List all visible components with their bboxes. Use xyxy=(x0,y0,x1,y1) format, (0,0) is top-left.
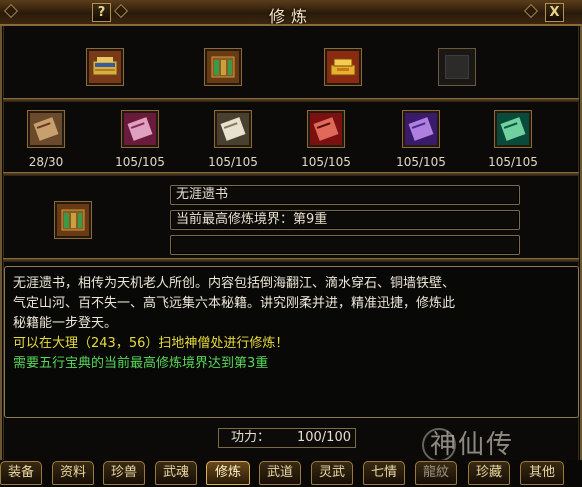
golden-book-icon xyxy=(89,51,121,83)
scroll-progress-1: 28/30 xyxy=(28,155,64,169)
tab-spirit-weapon[interactable]: 灵武 xyxy=(311,461,353,485)
description-panel: 无涯遗书，相传为天机老人所创。内容包括倒海翻江、滴水穿石、铜墙铁壁、 气定山河、… xyxy=(4,266,579,418)
tab-bar: 装备 资料 珍兽 武魂 修炼 武道 灵武 七情 龍紋 珍藏 其他 xyxy=(0,460,582,487)
selected-item-level: 当前最高修炼境界：第9重 xyxy=(170,210,520,230)
title-bar[interactable]: ? 修炼 X xyxy=(0,0,582,26)
tab-seven-emotions[interactable]: 七情 xyxy=(363,461,405,485)
empty-slot-icon xyxy=(445,55,469,79)
item-slot-golden-book[interactable] xyxy=(86,48,124,86)
scroll-slot-2[interactable] xyxy=(121,110,159,148)
selected-item-extra xyxy=(170,235,520,255)
section-divider xyxy=(3,172,579,176)
green-scroll-book-icon xyxy=(57,204,89,236)
description-line: 秘籍能一步登天。 xyxy=(13,316,118,331)
scroll-brown-icon xyxy=(30,113,62,145)
tab-pets[interactable]: 珍兽 xyxy=(103,461,145,485)
item-slot-gold-ingots[interactable] xyxy=(324,48,362,86)
section-divider xyxy=(3,258,579,262)
scroll-slot-1[interactable] xyxy=(27,110,65,148)
close-button[interactable]: X xyxy=(545,3,564,22)
scroll-progress-5: 105/105 xyxy=(396,155,446,169)
selected-item-slot[interactable] xyxy=(54,201,92,239)
watermark-text: 神仙传 xyxy=(430,430,515,460)
section-divider xyxy=(3,98,579,102)
tab-collection[interactable]: 珍藏 xyxy=(468,461,510,485)
scroll-slot-5[interactable] xyxy=(402,110,440,148)
scroll-progress-3: 105/105 xyxy=(208,155,258,169)
item-slot-empty[interactable] xyxy=(438,48,476,86)
scroll-progress-6: 105/105 xyxy=(488,155,538,169)
tab-martial-soul[interactable]: 武魂 xyxy=(155,461,197,485)
tab-cultivation[interactable]: 修炼 xyxy=(206,461,250,485)
tab-profile[interactable]: 资料 xyxy=(52,461,94,485)
tab-other[interactable]: 其他 xyxy=(520,461,564,485)
tab-martial-way[interactable]: 武道 xyxy=(259,461,301,485)
scroll-slot-6[interactable] xyxy=(494,110,532,148)
scroll-white-icon xyxy=(217,113,249,145)
description-line: 无涯遗书，相传为天机老人所创。内容包括倒海翻江、滴水穿石、铜墙铁壁、 xyxy=(13,276,456,291)
selected-item-name: 无涯遗书 xyxy=(170,185,520,205)
tab-equipment[interactable]: 装备 xyxy=(0,461,42,485)
scroll-purple-icon xyxy=(405,113,437,145)
location-hint: 可以在大理（243，56）扫地神僧处进行修炼！ xyxy=(13,336,289,351)
item-slot-green-scroll-book[interactable] xyxy=(204,48,242,86)
gold-ingots-icon xyxy=(327,51,359,83)
scroll-green-icon xyxy=(497,113,529,145)
requirement-hint: 需要五行宝典的当前最高修炼境界达到第3重 xyxy=(13,356,269,371)
scroll-red-icon xyxy=(310,113,342,145)
power-display: 功力： 100/100 xyxy=(218,428,356,448)
green-scroll-book-icon xyxy=(207,51,239,83)
scroll-progress-2: 105/105 xyxy=(115,155,165,169)
scroll-progress-4: 105/105 xyxy=(301,155,351,169)
scroll-pink-icon xyxy=(124,113,156,145)
scroll-slot-4[interactable] xyxy=(307,110,345,148)
window-title: 修炼 xyxy=(268,7,313,26)
power-value: 100/100 xyxy=(296,430,351,445)
scroll-slot-3[interactable] xyxy=(214,110,252,148)
description-line: 气定山河、百不失一、高飞远集六本秘籍。讲究刚柔并进，精准迅捷，修炼此 xyxy=(13,296,456,311)
tab-dragon-pattern[interactable]: 龍紋 xyxy=(415,461,457,485)
power-label: 功力： xyxy=(231,430,271,445)
